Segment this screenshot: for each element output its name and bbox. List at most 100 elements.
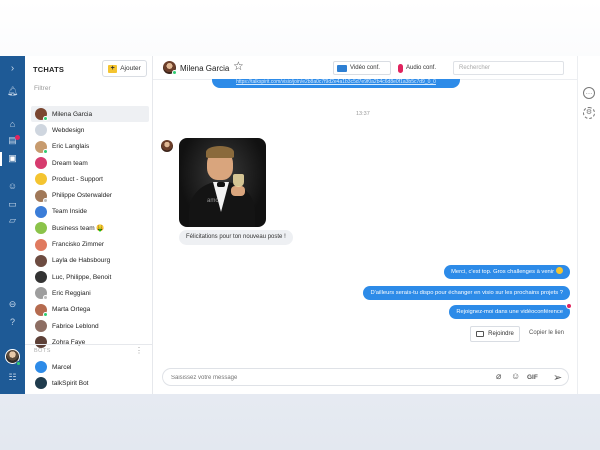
copy-link-button[interactable]: Copier le lien xyxy=(529,330,564,336)
contact-item[interactable]: Webdesign xyxy=(31,122,149,138)
help-icon[interactable]: ? xyxy=(0,318,25,327)
contact-name: Product - Support xyxy=(52,175,103,183)
bot-avatar xyxy=(35,361,47,374)
home-icon[interactable]: ⌂ xyxy=(0,120,25,129)
folder-icon[interactable]: ▱ xyxy=(0,216,25,225)
contact-item[interactable]: Eric Reggiani xyxy=(31,285,149,301)
avatar xyxy=(35,157,47,170)
join-label: Rejoindre xyxy=(488,331,514,337)
add-label: Ajouter xyxy=(120,65,141,72)
status-dot xyxy=(43,116,48,122)
gif-figure-glass xyxy=(233,174,244,187)
settings-sliders-icon[interactable]: ☷ xyxy=(0,373,25,382)
contact-name: Layla de Habsbourg xyxy=(52,257,111,265)
divider xyxy=(25,344,153,345)
contact-name: Team Inside xyxy=(52,208,88,216)
paperclip-icon[interactable]: ⌀ xyxy=(496,372,501,381)
bot-name: Marcel xyxy=(52,363,72,371)
bots-section-label: BOTS xyxy=(34,348,51,354)
calendar-icon[interactable]: ▤ xyxy=(0,136,25,145)
contact-item[interactable]: Dream team xyxy=(31,155,149,171)
contact-item[interactable]: Eric Langlais xyxy=(31,139,149,155)
contact-name: Marta Ortega xyxy=(52,306,91,314)
audio-conf-button[interactable]: Audio conf. xyxy=(395,61,447,75)
avatar xyxy=(35,320,47,332)
gear-icon[interactable]: ⚙ xyxy=(583,107,595,119)
search-input[interactable]: Rechercher xyxy=(453,61,564,75)
chat-icon[interactable]: ▣ xyxy=(0,154,25,163)
contact-name: Webdesign xyxy=(52,126,85,134)
contact-name: Philippe Osterwalder xyxy=(52,192,112,200)
avatar xyxy=(35,173,47,186)
avatar xyxy=(35,124,47,137)
gif-figure-hair xyxy=(206,146,234,158)
more-options-icon[interactable]: ⋮ xyxy=(135,346,143,355)
avatar xyxy=(35,287,48,301)
contact-name: Dream team xyxy=(52,159,88,167)
contact-item[interactable]: Fabrice Leblond xyxy=(31,318,149,334)
contact-name: Luc, Philippe, Benoit xyxy=(52,273,112,281)
bot-item[interactable]: Marcel xyxy=(31,359,149,375)
app-window: › 🔔︎ ⌂ ▤ ▣ ☺ ▭ ▱ ⊖ ? ☷ TCHATS + Ajouter … xyxy=(0,56,600,394)
smiley-emoji-icon xyxy=(556,267,563,274)
contact-list: Milena Garcia Webdesign Eric Langlais Dream… xyxy=(31,106,149,350)
sent-message: D'ailleurs serais-tu dispo pour échanger… xyxy=(363,286,570,300)
contact-item[interactable]: Business team 🤑 xyxy=(31,220,149,236)
avatar xyxy=(35,222,47,235)
message-composer: ⌀ ☺ GIF ➢ xyxy=(162,368,569,386)
sent-message: Merci, c'est top. Gros challenges à veni… xyxy=(444,265,570,279)
avatar xyxy=(35,189,48,203)
chat-header: Milena Garcia ☆ Vidéo conf. Audio conf. … xyxy=(153,56,577,80)
contact-name: Eric Langlais xyxy=(52,143,90,151)
chevron-right-icon[interactable]: › xyxy=(0,64,25,74)
contact-item[interactable]: Layla de Habsbourg xyxy=(31,253,149,269)
contact-item[interactable]: Francisko Zimmer xyxy=(31,236,149,252)
avatar xyxy=(35,336,47,349)
contact-item[interactable]: Team Inside xyxy=(31,204,149,220)
notification-badge xyxy=(566,303,572,309)
bot-name: talkSpirit Bot xyxy=(52,379,89,387)
avatar xyxy=(35,303,48,317)
cards-icon[interactable]: ▭ xyxy=(0,200,25,209)
join-video-button[interactable]: Rejoindre xyxy=(470,326,520,342)
contact-item[interactable]: Product - Support xyxy=(31,171,149,187)
video-conf-button[interactable]: Vidéo conf. xyxy=(333,61,391,75)
gif-watermark: amc xyxy=(207,198,219,204)
avatar xyxy=(35,238,47,251)
bell-icon[interactable]: 🔔︎ xyxy=(0,87,25,96)
contact-avatar[interactable] xyxy=(163,61,177,75)
add-conversation-button[interactable]: + Ajouter xyxy=(102,60,147,77)
link-message[interactable]: https://talkspirit.com/visio/join/e2b8a0… xyxy=(212,79,460,88)
users-icon[interactable]: ☺ xyxy=(0,182,25,191)
send-icon[interactable]: ➢ xyxy=(553,371,562,384)
star-icon[interactable]: ☆ xyxy=(233,59,244,73)
list-title: TCHATS xyxy=(33,65,65,74)
conversation-list: TCHATS + Ajouter Filtrer Milena Garcia We… xyxy=(25,56,153,394)
gif-message[interactable]: amc xyxy=(179,138,266,227)
bot-item[interactable]: talkSpirit Bot xyxy=(31,375,149,391)
filter-input[interactable]: Filtrer xyxy=(34,85,51,92)
plus-icon: + xyxy=(108,64,118,73)
emoji-icon[interactable]: ☺ xyxy=(511,372,520,381)
status-dot xyxy=(43,311,48,317)
status-dot xyxy=(43,197,48,203)
contact-name: Business team 🤑 xyxy=(52,225,105,233)
avatar xyxy=(35,271,47,284)
more-horizontal-icon[interactable]: … xyxy=(583,87,595,99)
contact-item[interactable]: Philippe Osterwalder xyxy=(31,187,149,203)
contact-name[interactable]: Milena Garcia xyxy=(180,64,229,73)
contact-item[interactable]: Marta Ortega xyxy=(31,302,149,318)
received-message: Félicitations pour ton nouveau poste ! xyxy=(179,230,293,245)
avatar xyxy=(35,140,48,154)
side-panel: … ⚙ xyxy=(577,56,600,394)
sent-message-text: Merci, c'est top. Gros challenges à veni… xyxy=(451,269,554,275)
contact-item[interactable]: Luc, Philippe, Benoit xyxy=(31,269,149,285)
logout-icon[interactable]: ⊖ xyxy=(0,300,25,309)
message-input[interactable] xyxy=(171,372,471,383)
bot-avatar xyxy=(35,377,47,390)
online-status-dot xyxy=(172,70,177,75)
microphone-icon xyxy=(398,63,403,73)
contact-item[interactable]: Milena Garcia xyxy=(31,106,149,123)
gif-button[interactable]: GIF xyxy=(527,374,538,381)
status-dot xyxy=(43,295,48,301)
